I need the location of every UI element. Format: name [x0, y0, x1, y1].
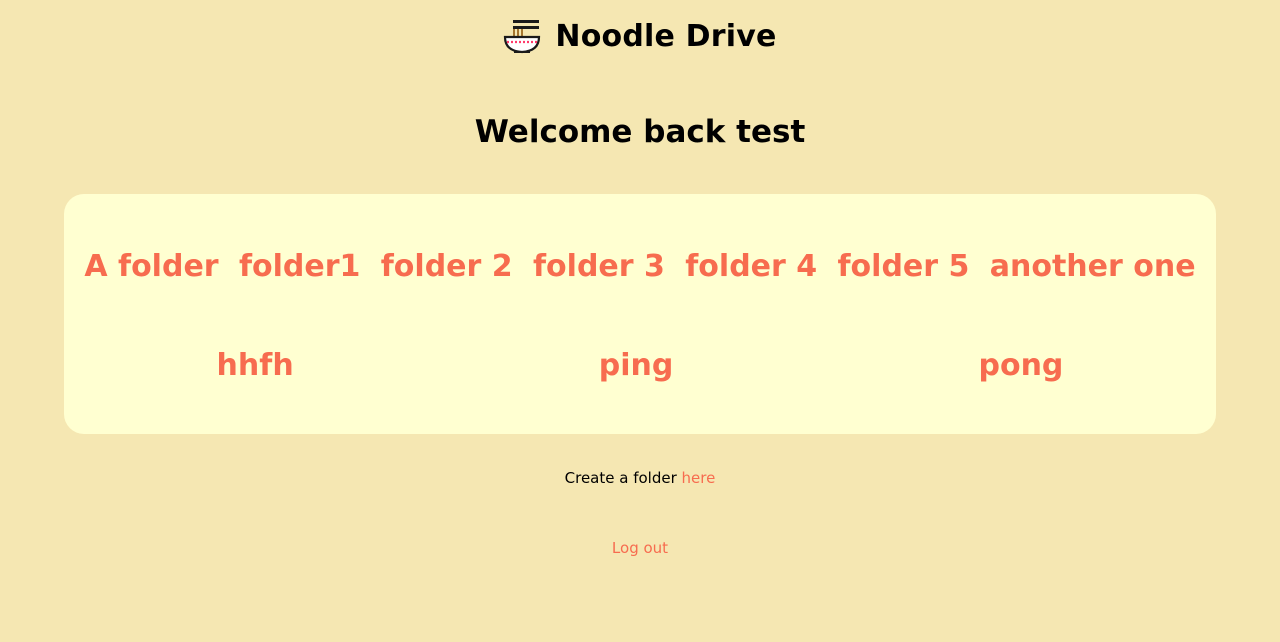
- folder-row: A folder folder1 folder 2 folder 3 folde…: [64, 240, 1216, 292]
- folder-link[interactable]: folder 2: [381, 249, 513, 284]
- folder-link[interactable]: folder 5: [838, 249, 970, 284]
- noodle-bowl-icon: [504, 20, 541, 54]
- create-folder-text: Create a folder: [564, 469, 682, 487]
- folder-row: hhfh ping pong: [64, 339, 1216, 391]
- app-header: Noodle Drive: [0, 14, 1280, 58]
- folder-link[interactable]: A folder: [84, 249, 218, 284]
- folder-link[interactable]: folder1: [239, 249, 360, 284]
- folder-link[interactable]: ping: [599, 348, 674, 383]
- logout-container: Log out: [0, 539, 1280, 557]
- create-folder-line: Create a folder here: [0, 469, 1280, 487]
- create-folder-link[interactable]: here: [682, 469, 716, 487]
- welcome-heading: Welcome back test: [474, 114, 806, 150]
- folder-link[interactable]: folder 4: [685, 249, 817, 284]
- app-title: Noodle Drive: [555, 18, 777, 54]
- logout-link[interactable]: Log out: [612, 539, 668, 557]
- folder-link[interactable]: pong: [978, 348, 1063, 383]
- folder-link[interactable]: another one: [990, 249, 1196, 284]
- folder-link[interactable]: hhfh: [217, 348, 294, 383]
- folder-link[interactable]: folder 3: [533, 249, 665, 284]
- folder-list-panel: A folder folder1 folder 2 folder 3 folde…: [64, 194, 1216, 434]
